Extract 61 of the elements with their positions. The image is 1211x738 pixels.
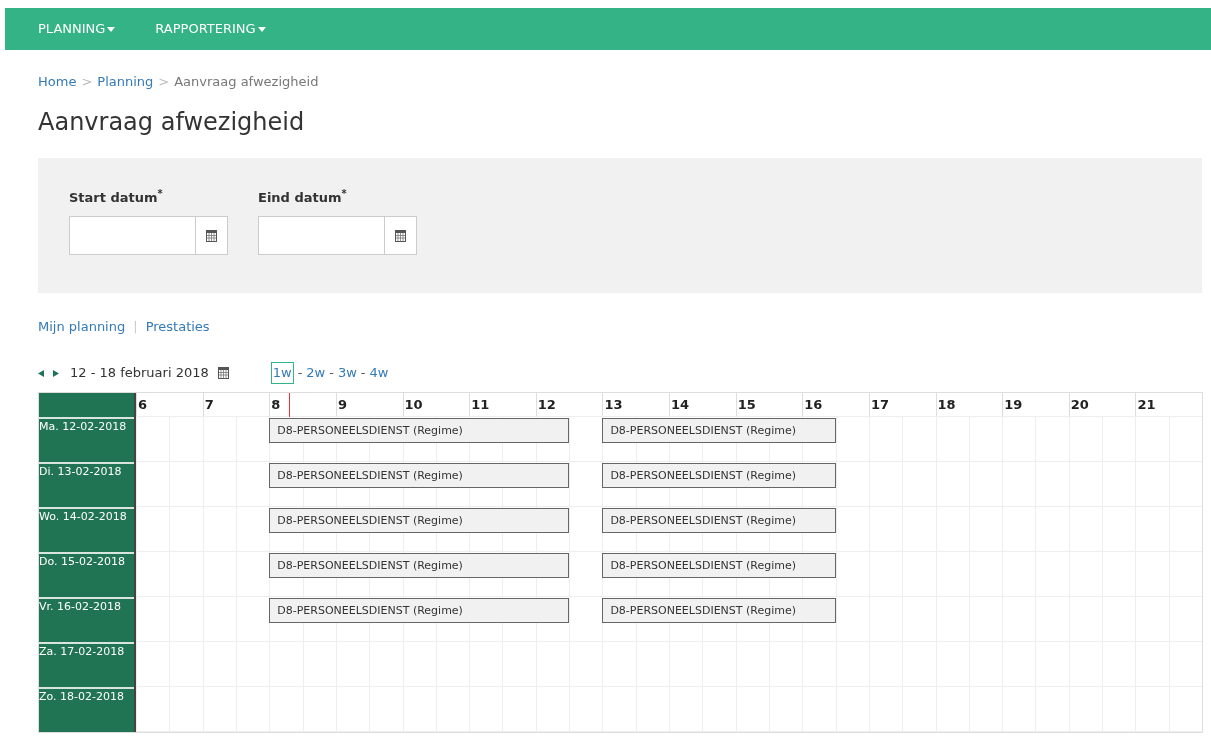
date-range: 12 - 18 februari 2018: [70, 364, 209, 383]
hour-label: 20: [1068, 393, 1136, 416]
hour-label: 21: [1135, 393, 1202, 416]
hour-label: 14: [669, 393, 736, 416]
calendar-icon[interactable]: [217, 367, 229, 379]
view-link[interactable]: Prestaties: [145, 317, 210, 337]
hour-label: 12: [535, 393, 603, 416]
hour-label: 19: [1002, 393, 1069, 416]
day-label: Wo. 14-02-2018: [39, 509, 128, 525]
range-option[interactable]: 1w: [270, 362, 294, 384]
hour-label: 6: [136, 393, 203, 416]
view-link[interactable]: Mijn planning: [38, 317, 126, 337]
field-label: Start datum$^{*}$: [69, 188, 164, 207]
link-separator: |: [133, 318, 138, 337]
day-label: Ma. 12-02-2018: [39, 419, 128, 435]
breadcrumb-separator: >: [158, 73, 170, 92]
date-field[interactable]: [69, 216, 228, 255]
hour-label: 16: [802, 393, 869, 416]
hour-label: 7: [202, 393, 270, 416]
day-label: Za. 17-02-2018: [39, 644, 126, 660]
hour-label: 18: [935, 393, 1003, 416]
calendar-icon: [395, 229, 406, 242]
shift-bar: D8-PERSONEELSDIENST (Regime): [602, 553, 836, 578]
field-label: Eind datum$^{*}$: [258, 188, 348, 207]
current-time-line: [289, 393, 291, 417]
day-label: Di. 13-02-2018: [39, 464, 123, 480]
shift-bar: D8-PERSONEELSDIENST (Regime): [602, 598, 836, 623]
breadcrumb-separator: >: [81, 73, 93, 92]
page-title: Aanvraag afwezigheid: [38, 107, 306, 138]
shift-bar: D8-PERSONEELSDIENST (Regime): [269, 598, 570, 623]
shift-bar: D8-PERSONEELSDIENST (Regime): [269, 553, 570, 578]
range-option[interactable]: 2w: [306, 362, 326, 384]
breadcrumb-current: Aanvraag afwezigheid: [174, 73, 319, 92]
shift-bar: D8-PERSONEELSDIENST (Regime): [602, 463, 836, 488]
shift-bar: D8-PERSONEELSDIENST (Regime): [269, 418, 570, 443]
day-label: Do. 15-02-2018: [39, 554, 126, 570]
range-option[interactable]: 4w: [369, 362, 389, 384]
range-option[interactable]: 3w: [337, 362, 357, 384]
hour-label: 17: [868, 393, 936, 416]
hour-label: 15: [735, 393, 803, 416]
previous-icon[interactable]: [38, 369, 44, 377]
range-separator: -: [360, 364, 366, 383]
hour-label: 13: [602, 393, 669, 416]
hour-label: 11: [469, 393, 536, 416]
calendar-icon: [206, 229, 217, 242]
nav-menu[interactable]: RAPPORTERING: [155, 19, 266, 39]
next-icon[interactable]: [53, 369, 59, 377]
date-field[interactable]: [258, 216, 417, 255]
shift-bar: D8-PERSONEELSDIENST (Regime): [269, 463, 570, 488]
breadcrumb-link[interactable]: Home: [38, 72, 77, 92]
range-separator: -: [329, 364, 334, 383]
day-label: Vr. 16-02-2018: [39, 599, 122, 615]
shift-bar: D8-PERSONEELSDIENST (Regime): [269, 508, 570, 533]
range-separator: -: [297, 364, 303, 383]
day-label: Zo. 18-02-2018: [39, 689, 125, 705]
hour-label: 10: [402, 393, 470, 416]
nav-menu[interactable]: PLANNING: [38, 19, 116, 39]
breadcrumb-link[interactable]: Planning: [97, 72, 154, 92]
shift-bar: D8-PERSONEELSDIENST (Regime): [602, 418, 836, 443]
hour-label: 9: [335, 393, 403, 416]
shift-bar: D8-PERSONEELSDIENST (Regime): [602, 508, 836, 533]
